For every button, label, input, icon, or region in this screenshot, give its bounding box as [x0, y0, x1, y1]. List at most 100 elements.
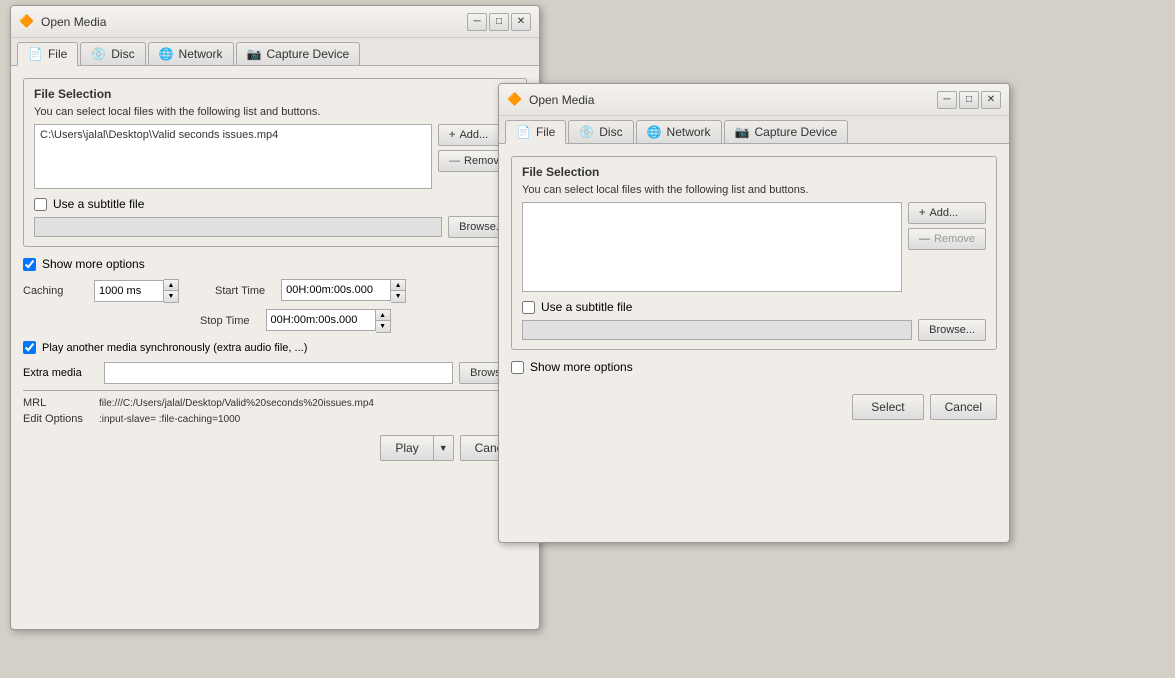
add-label-1: Add... — [459, 129, 488, 141]
subtitle-input-row-1: Browse... — [34, 216, 516, 238]
file-tab-label-2: File — [536, 125, 555, 139]
network-tab-icon-2: 🌐 — [647, 125, 662, 139]
file-tab-label: File — [48, 47, 67, 61]
disc-tab-label-2: Disc — [599, 125, 622, 139]
file-listbox-1[interactable]: C:\Users\jalal\Desktop\Valid seconds iss… — [34, 124, 432, 189]
play-another-label-1: Play another media synchronously (extra … — [42, 342, 307, 354]
edit-options-value-1: :input-slave= :file-caching=1000 — [99, 414, 527, 425]
tab-bar-1: 📄 File 💿 Disc 🌐 Network 📷 Capture Device — [11, 38, 539, 66]
divider-1 — [23, 390, 527, 391]
window1-content: File Selection You can select local file… — [11, 66, 539, 473]
file-list-1: C:\Users\jalal\Desktop\Valid seconds iss… — [34, 124, 516, 189]
tab-capture-1[interactable]: 📷 Capture Device — [236, 42, 361, 65]
subtitle-input-1[interactable] — [34, 217, 442, 237]
start-time-up-1[interactable]: ▲ — [391, 280, 405, 291]
remove-label-2: Remove — [934, 233, 975, 245]
window2-titlebar: 🔶 Open Media ─ □ ✕ — [499, 84, 1009, 116]
file-tab-icon: 📄 — [28, 47, 43, 61]
expanded-options-1: Caching 1000 ms ▲ ▼ Start Time 00H:00m:0… — [23, 279, 527, 425]
file-selection-group-2: File Selection You can select local file… — [511, 156, 997, 350]
subtitle-browse-button-2[interactable]: Browse... — [918, 319, 986, 341]
file-selection-desc-1: You can select local files with the foll… — [34, 106, 516, 118]
show-more-checkbox-1[interactable] — [23, 258, 36, 271]
stop-time-input-1[interactable]: 00H:00m:00s.000 — [266, 309, 376, 331]
file-tab-icon-2: 📄 — [516, 125, 531, 139]
file-selection-title-1: File Selection — [34, 87, 516, 101]
spinner-controls-1: ▲ ▼ — [164, 279, 179, 303]
subtitle-input-row-2: Browse... — [522, 319, 986, 341]
tab-capture-2[interactable]: 📷 Capture Device — [724, 120, 849, 143]
extra-media-row-1: Extra media Browse... — [23, 362, 527, 384]
tab-network-1[interactable]: 🌐 Network — [148, 42, 234, 65]
show-more-checkbox-2[interactable] — [511, 361, 524, 374]
mrl-row-1: MRL file:///C:/Users/jalal/Desktop/Valid… — [23, 397, 527, 409]
bottom-buttons-1: Play ▼ Cancel — [23, 435, 527, 461]
play-button-group-1: Play ▼ — [380, 435, 453, 461]
play-another-row-1: Play another media synchronously (extra … — [23, 341, 527, 354]
file-selection-title-2: File Selection — [522, 165, 986, 179]
caching-up-1[interactable]: ▲ — [164, 280, 178, 291]
caching-down-1[interactable]: ▼ — [164, 291, 178, 302]
window1: 🔶 Open Media ─ □ ✕ 📄 File 💿 Disc 🌐 Netwo… — [10, 5, 540, 630]
subtitle-label-2: Use a subtitle file — [541, 300, 632, 314]
tab-disc-1[interactable]: 💿 Disc — [80, 42, 145, 65]
file-item-1: C:\Users\jalal\Desktop\Valid seconds iss… — [38, 128, 428, 142]
network-tab-label-2: Network — [667, 125, 711, 139]
cancel-button-2[interactable]: Cancel — [930, 394, 997, 420]
caching-input-1[interactable]: 1000 ms — [94, 280, 164, 302]
window2: 🔶 Open Media ─ □ ✕ 📄 File 💿 Disc 🌐 Netwo… — [498, 83, 1010, 543]
minimize-button[interactable]: ─ — [467, 13, 487, 31]
bottom-buttons-2: Select Cancel — [511, 394, 997, 420]
extra-media-label-1: Extra media — [23, 367, 98, 379]
capture-tab-label: Capture Device — [267, 47, 350, 61]
start-time-down-1[interactable]: ▼ — [391, 291, 405, 302]
maximize-button[interactable]: □ — [489, 13, 509, 31]
capture-tab-icon: 📷 — [247, 47, 262, 61]
select-label-2: Select — [871, 400, 904, 414]
mrl-label-1: MRL — [23, 397, 93, 409]
window2-title: Open Media — [529, 93, 931, 107]
stop-time-down-1[interactable]: ▼ — [376, 321, 390, 332]
file-listbox-2[interactable] — [522, 202, 902, 292]
close-button-2[interactable]: ✕ — [981, 91, 1001, 109]
minimize-button-2[interactable]: ─ — [937, 91, 957, 109]
play-label-1: Play — [395, 441, 418, 455]
capture-tab-label-2: Capture Device — [755, 125, 838, 139]
tab-file-1[interactable]: 📄 File — [17, 42, 78, 66]
select-button-2[interactable]: Select — [852, 394, 923, 420]
add-label-2: Add... — [929, 207, 958, 219]
disc-tab-icon-2: 💿 — [579, 125, 594, 139]
stop-time-up-1[interactable]: ▲ — [376, 310, 390, 321]
remove-button-2[interactable]: Remove — [908, 228, 986, 250]
mrl-value-1: file:///C:/Users/jalal/Desktop/Valid%20s… — [99, 398, 527, 409]
subtitle-input-2[interactable] — [522, 320, 912, 340]
play-main-button-1[interactable]: Play — [380, 435, 432, 461]
show-more-row-2: Show more options — [511, 360, 997, 374]
subtitle-checkbox-1[interactable] — [34, 198, 47, 211]
subtitle-browse-label-2: Browse... — [929, 324, 975, 336]
maximize-button-2[interactable]: □ — [959, 91, 979, 109]
play-another-checkbox-1[interactable] — [23, 341, 36, 354]
close-button[interactable]: ✕ — [511, 13, 531, 31]
edit-options-label-1: Edit Options — [23, 413, 93, 425]
add-button-2[interactable]: Add... — [908, 202, 986, 224]
file-selection-desc-2: You can select local files with the foll… — [522, 184, 986, 196]
titlebar-controls-2: ─ □ ✕ — [937, 91, 1001, 109]
file-list-buttons-2: Add... Remove — [908, 202, 986, 250]
tab-bar-2: 📄 File 💿 Disc 🌐 Network 📷 Capture Device — [499, 116, 1009, 144]
tab-network-2[interactable]: 🌐 Network — [636, 120, 722, 143]
titlebar-controls: ─ □ ✕ — [467, 13, 531, 31]
start-time-input-1[interactable]: 00H:00m:00s.000 — [281, 279, 391, 301]
tab-file-2[interactable]: 📄 File — [505, 120, 566, 144]
subtitle-label-1: Use a subtitle file — [53, 197, 144, 211]
tab-disc-2[interactable]: 💿 Disc — [568, 120, 633, 143]
start-time-wrap-1: 00H:00m:00s.000 ▲ ▼ — [281, 279, 406, 303]
play-dropdown-button-1[interactable]: ▼ — [433, 435, 454, 461]
start-time-label-1: Start Time — [215, 285, 265, 297]
subtitle-checkbox-2[interactable] — [522, 301, 535, 314]
capture-tab-icon-2: 📷 — [735, 125, 750, 139]
show-more-row-1: Show more options — [23, 257, 527, 271]
window2-content: File Selection You can select local file… — [499, 144, 1009, 432]
window1-title: Open Media — [41, 15, 461, 29]
extra-media-input-1[interactable] — [104, 362, 453, 384]
